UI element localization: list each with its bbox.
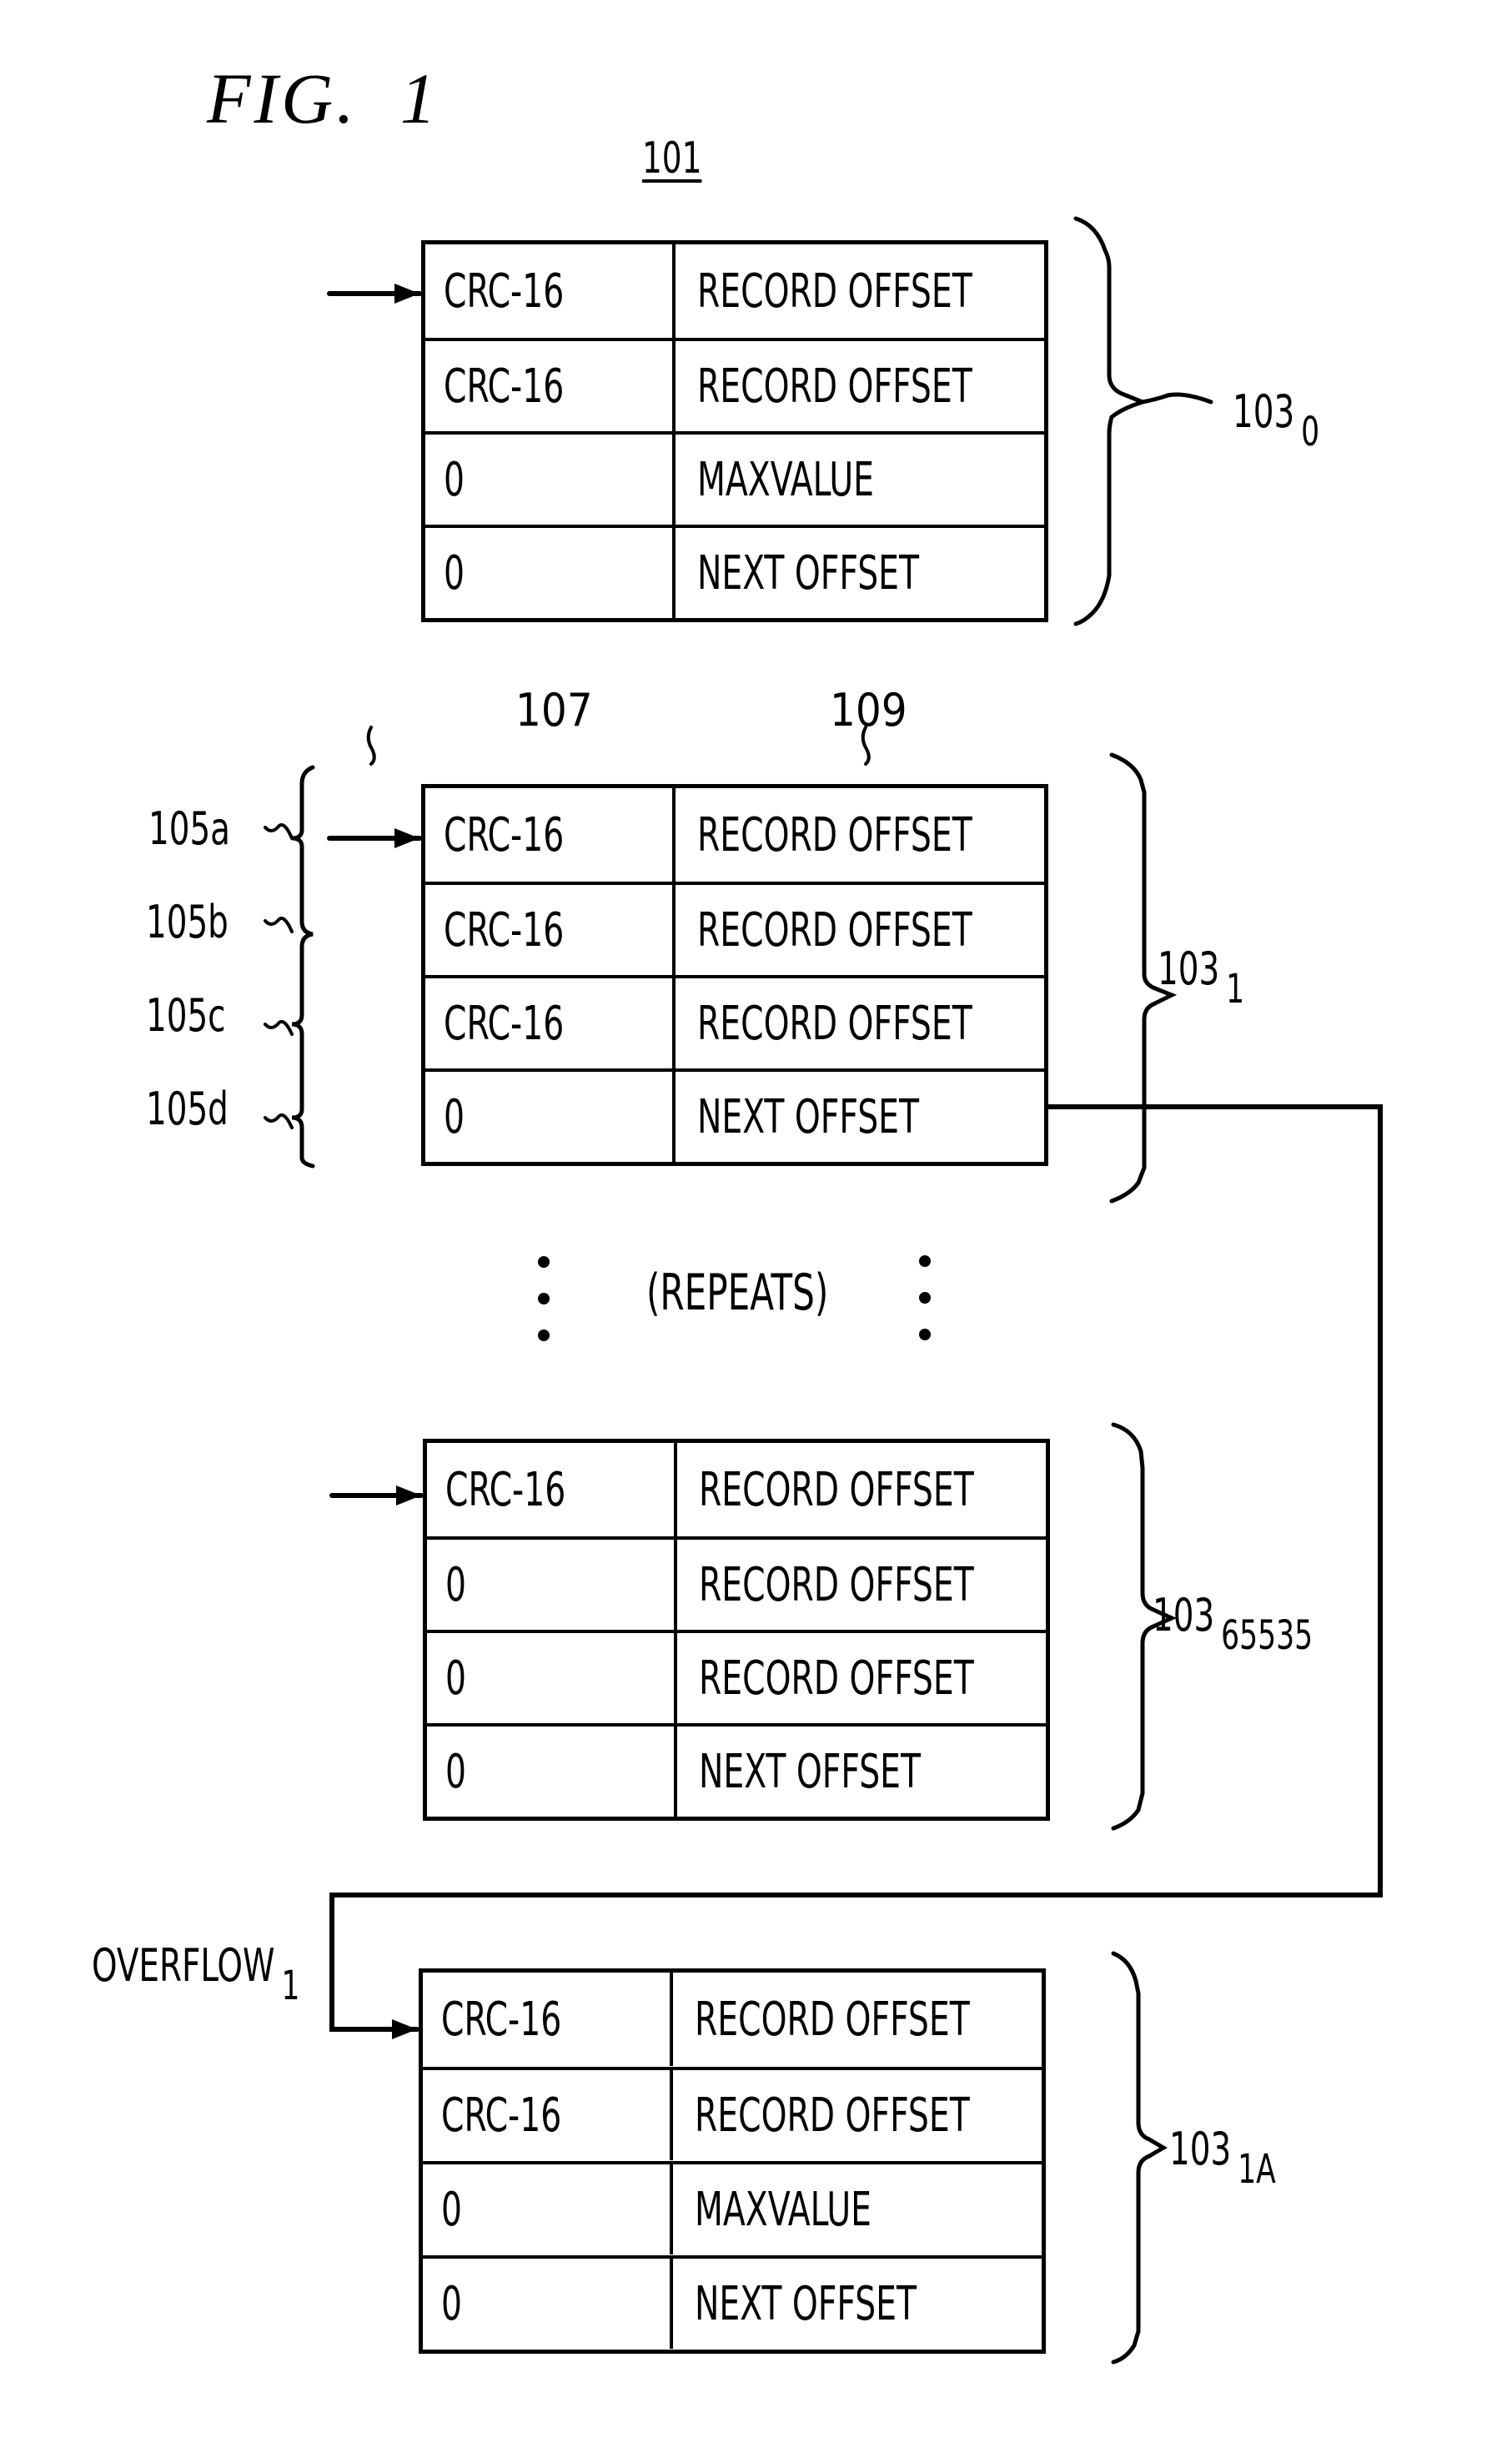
offset-cell: NEXT OFFSET (697, 545, 919, 601)
hash-block-65535: CRC-16 RECORD OFFSET 0 RECORD OFFSET 0 R… (423, 1439, 1050, 1821)
offset-cell: RECORD OFFSET (697, 902, 972, 958)
offset-cell: RECORD OFFSET (695, 2088, 970, 2143)
brace-103-0 (1073, 216, 1213, 626)
hash-block-0: CRC-16 RECORD OFFSET CRC-16 RECORD OFFSE… (421, 240, 1048, 622)
ellipsis-dot (919, 1255, 931, 1267)
entry-label-105b: 105b (146, 896, 229, 948)
table-row: CRC-16 RECORD OFFSET (425, 244, 1044, 338)
offset-cell: RECORD OFFSET (699, 1651, 974, 1706)
figure-reference-number: 101 (642, 133, 702, 183)
block-label-103-65535: 103 65535 (1153, 1589, 1314, 1659)
repeats-label: (REPEATS) (646, 1264, 829, 1322)
ellipsis-dot (538, 1330, 550, 1341)
column-ref-107: 107 (515, 684, 593, 736)
ellipsis-dot (538, 1293, 550, 1304)
offset-cell: RECORD OFFSET (697, 359, 972, 414)
crc-cell: 0 (423, 2164, 673, 2254)
crc-cell: 0 (425, 1072, 676, 1162)
table-row: CRC-16 RECORD OFFSET (423, 2067, 1042, 2160)
table-row: 0 MAXVALUE (425, 431, 1044, 525)
crc-cell: 0 (427, 1540, 677, 1630)
entry-label-105d: 105d (146, 1083, 229, 1135)
crc-cell: CRC-16 (425, 885, 676, 975)
offset-cell: NEXT OFFSET (699, 1744, 921, 1799)
ellipsis-dot (919, 1329, 931, 1340)
block-label-103-1a: 103 1A (1169, 2123, 1276, 2193)
hash-block-1a: CRC-16 RECORD OFFSET CRC-16 RECORD OFFSE… (419, 1968, 1046, 2354)
block-label-103-0: 103 0 (1233, 385, 1320, 455)
offset-cell: NEXT OFFSET (695, 2276, 917, 2331)
crc-cell: CRC-16 (425, 978, 676, 1068)
table-row: 0 MAXVALUE (423, 2161, 1042, 2254)
offset-cell: NEXT OFFSET (697, 1089, 919, 1144)
crc-cell: CRC-16 (427, 1443, 677, 1536)
entry-label-105c: 105c (146, 989, 226, 1042)
block-label-103-1: 103 1 (1158, 942, 1245, 1013)
offset-cell: RECORD OFFSET (695, 1992, 970, 2047)
column-ref-109: 109 (830, 684, 907, 736)
leader-105d (264, 1113, 294, 1129)
crc-cell: 0 (423, 2259, 673, 2349)
hash-block-1: CRC-16 RECORD OFFSET CRC-16 RECORD OFFSE… (421, 784, 1048, 1166)
table-row: 0 NEXT OFFSET (423, 2255, 1042, 2349)
offset-cell: RECORD OFFSET (697, 807, 972, 862)
crc-cell: CRC-16 (423, 1973, 673, 2066)
crc-cell: 0 (427, 1633, 677, 1723)
leader-107 (366, 726, 376, 766)
entry-label-105a: 105a (148, 802, 230, 855)
table-row: CRC-16 RECORD OFFSET (425, 975, 1044, 1068)
offset-cell: RECORD OFFSET (699, 1557, 974, 1612)
figure-title: FIG. 1 (207, 58, 440, 138)
table-row: CRC-16 RECORD OFFSET (427, 1443, 1046, 1536)
table-row: CRC-16 RECORD OFFSET (425, 882, 1044, 975)
table-row: 0 RECORD OFFSET (427, 1630, 1046, 1723)
offset-cell: RECORD OFFSET (697, 264, 972, 319)
brace-103-1a (1111, 1951, 1168, 2365)
offset-cell: MAXVALUE (695, 2182, 872, 2237)
table-row: 0 NEXT OFFSET (425, 1068, 1044, 1162)
table-row: 0 RECORD OFFSET (427, 1536, 1046, 1630)
crc-cell: CRC-16 (425, 341, 676, 431)
crc-cell: 0 (425, 435, 676, 525)
leader-105c (264, 1020, 294, 1036)
leader-105a (264, 823, 294, 840)
table-row: CRC-16 RECORD OFFSET (425, 788, 1044, 882)
ellipsis-dot (919, 1292, 931, 1304)
offset-cell: RECORD OFFSET (697, 996, 972, 1051)
offset-cell: RECORD OFFSET (699, 1462, 974, 1517)
ellipsis-dot (538, 1256, 550, 1268)
table-row: CRC-16 RECORD OFFSET (423, 1973, 1042, 2066)
table-row: CRC-16 RECORD OFFSET (425, 338, 1044, 431)
crc-cell: CRC-16 (425, 244, 676, 338)
leader-105b (264, 917, 294, 933)
offset-cell: MAXVALUE (697, 452, 874, 507)
crc-cell: 0 (427, 1727, 677, 1817)
table-row: 0 NEXT OFFSET (425, 525, 1044, 618)
overflow-label: OVERFLOW 1 (92, 1939, 300, 2009)
brace-entries (291, 765, 315, 1169)
crc-cell: 0 (425, 528, 676, 618)
crc-cell: CRC-16 (423, 2070, 673, 2160)
table-row: 0 NEXT OFFSET (427, 1723, 1046, 1817)
crc-cell: CRC-16 (425, 788, 676, 882)
